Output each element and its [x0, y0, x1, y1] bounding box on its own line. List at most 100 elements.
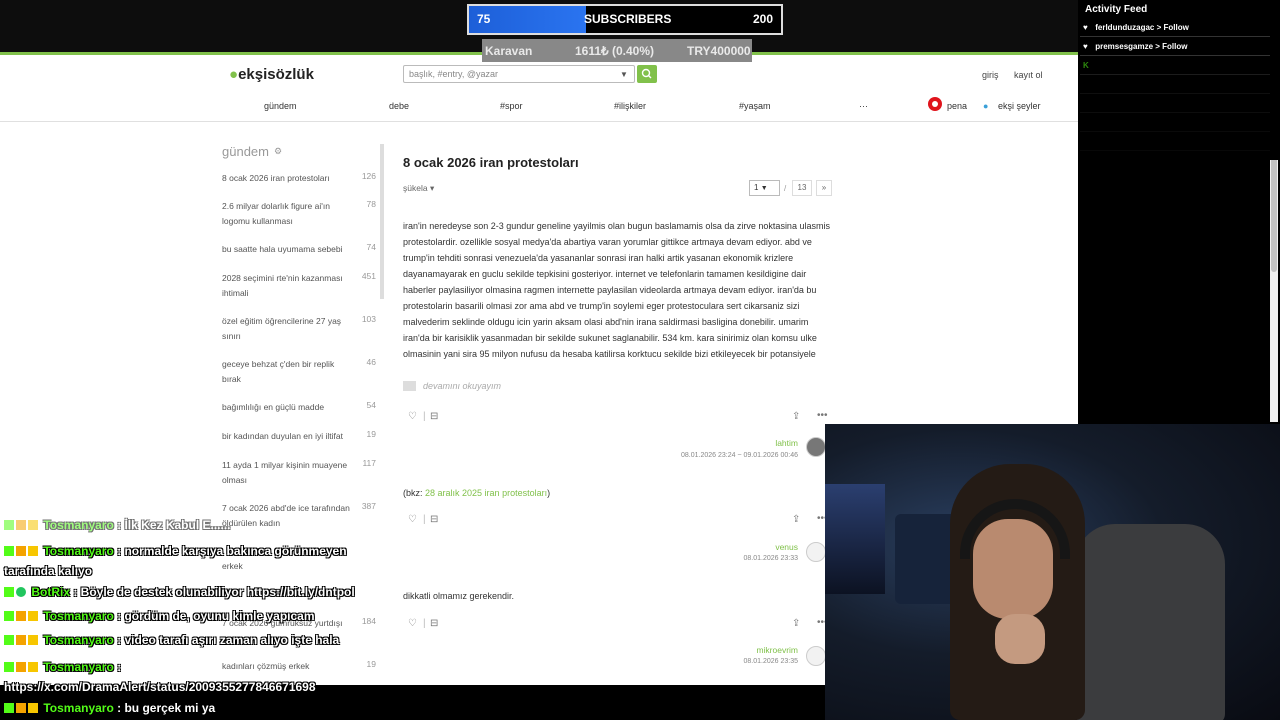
chat-text: : İlk Kez Kabul E......	[113, 518, 231, 532]
chat-username: Tosmanyaro	[43, 609, 114, 623]
nav-iliskiler[interactable]: #ilişkiler	[614, 101, 646, 111]
sidebar-item[interactable]: özel eğitim öğrencilerine 27 yaş sınırı	[222, 314, 352, 344]
sub-badge-icon	[16, 611, 26, 621]
feed-item-text: premsesgamze > Follow	[1095, 42, 1188, 51]
sort-dropdown[interactable]: şükela ▾	[403, 183, 434, 194]
bkz-link[interactable]: 28 aralık 2025 iran protestoları	[425, 488, 547, 498]
sidebar-item-count: 78	[366, 199, 376, 209]
chevron-down-icon[interactable]: ▼	[620, 70, 628, 79]
login-link[interactable]: giriş	[982, 70, 999, 80]
activity-feed-title: Activity Feed	[1085, 4, 1148, 15]
sidebar-item-count: 184	[361, 616, 376, 626]
chat-username: Tosmanyaro	[43, 701, 114, 715]
kick-badge-icon	[4, 587, 14, 597]
sidebar-item-count: 387	[361, 501, 376, 511]
entry-author[interactable]: mikroevrim	[678, 645, 798, 655]
page-select[interactable]: 1 ▼	[749, 180, 780, 196]
sub-badge-icon	[16, 546, 26, 556]
ticker-name: Karavan	[485, 44, 533, 58]
chat-message: Tosmanyaro : normalde karşıya bakınca gö…	[4, 541, 384, 581]
kick-badge-icon	[4, 520, 14, 530]
expand-icon	[403, 381, 416, 391]
avatar[interactable]	[806, 437, 826, 457]
chat-message: Tosmanyaro : gördüm de, oyunu kimle yapı…	[4, 609, 315, 623]
gaming-chair	[1075, 524, 1225, 720]
chevron-down-icon: ▾	[429, 183, 435, 193]
sidebar-item[interactable]: geceye behzat ç'den bir replik bırak	[222, 357, 352, 387]
nav-gundem[interactable]: gündem	[264, 101, 297, 111]
avatar[interactable]	[806, 646, 826, 666]
entry-text: dikkatli olmamız gerekendir.	[403, 591, 515, 601]
sidebar-item[interactable]: 8 ocak 2026 iran protestoları	[222, 171, 352, 186]
background-light	[825, 484, 885, 594]
feed-item: ♥ ferldunduzagac > Follow	[1080, 19, 1270, 37]
chat-username: Tosmanyaro	[43, 633, 114, 647]
kick-badge-icon	[4, 662, 14, 672]
gear-icon[interactable]: ⚙	[274, 146, 282, 157]
search-input[interactable]: başlık, #entry, @yazar	[403, 65, 635, 83]
share-icon[interactable]: ⇪	[792, 514, 800, 525]
nav-yasam[interactable]: #yaşam	[739, 101, 771, 111]
chat-message: BotRix : Böyle de destek olunabiliyor ht…	[4, 585, 355, 599]
entry-date[interactable]: 08.01.2026 23:35	[638, 658, 799, 665]
nav-more[interactable]: ···	[859, 101, 868, 111]
minus-icon[interactable]: ⊟	[430, 618, 438, 629]
nav-debe[interactable]: debe	[389, 101, 409, 111]
nav-pena[interactable]: pena	[947, 101, 967, 111]
entry-date[interactable]: 08.01.2026 23:33	[638, 555, 799, 562]
bkz-prefix: (bkz:	[403, 488, 426, 498]
sidebar-item[interactable]: bağımlılığı en güçlü madde	[222, 400, 352, 415]
chat-text: : bu gerçek mi ya	[113, 701, 216, 715]
share-icon[interactable]: ⇪	[792, 618, 800, 629]
nav-spor[interactable]: #spor	[500, 101, 523, 111]
logo-text: ekşisözlük	[238, 66, 314, 83]
sidebar-item[interactable]: bu saatte hala uyumama sebebi	[222, 242, 352, 257]
sub-badge-icon	[16, 703, 26, 713]
kick-badge-icon	[4, 703, 14, 713]
topic-title[interactable]: 8 ocak 2026 iran protestoları	[403, 155, 579, 170]
sidebar-title: gündem	[222, 144, 269, 159]
entry-text: iran'in neredeyse son 2-3 gundur genelin…	[403, 221, 830, 359]
chat-message: Tosmanyaro : video tarafı aşırı zaman al…	[4, 633, 339, 647]
sidebar-item-count: 117	[362, 458, 376, 468]
sidebar-scrollbar[interactable]	[380, 144, 384, 299]
avatar[interactable]	[806, 542, 826, 562]
read-more-link[interactable]: devamını okuyayım	[423, 381, 501, 391]
page-last-button[interactable]: 13	[792, 180, 812, 196]
sidebar-item-count: 19	[366, 429, 376, 439]
sidebar-item[interactable]: 7 ocak 2026 abd'de ice tarafından öldürü…	[222, 501, 352, 531]
page-separator: /	[784, 184, 787, 193]
page-next-button[interactable]: »	[816, 180, 832, 196]
webcam-video	[825, 424, 1280, 720]
entry-date[interactable]: 08.01.2026 23:24 ~ 09.01.2026 00:46	[638, 452, 798, 459]
entry-author[interactable]: venus	[678, 542, 798, 552]
minus-icon[interactable]: ⊟	[430, 514, 438, 525]
minus-icon[interactable]: ⊟	[430, 411, 438, 422]
chat-message: Tosmanyaro : bu gerçek mi ya	[4, 701, 215, 715]
chat-text: : video tarafı aşırı zaman alıyo işte ha…	[113, 633, 340, 647]
feed-item-text: ferldunduzagac > Follow	[1095, 23, 1189, 32]
share-icon[interactable]: ⇪	[792, 411, 800, 422]
sidebar-item[interactable]: 2028 seçimini rte'nin kazanması ihtimali	[222, 271, 352, 301]
gift-badge-icon	[28, 520, 38, 530]
heart-icon[interactable]: ♡	[408, 514, 417, 525]
sidebar-item[interactable]: 11 ayda 1 milyar kişinin muayene olması	[222, 458, 352, 488]
gift-badge-icon	[28, 703, 38, 713]
heart-icon: ♥	[1083, 42, 1088, 51]
sidebar-item[interactable]: bir kadından duyulan en iyi iltifat	[222, 429, 352, 444]
heart-icon[interactable]: ♡	[408, 411, 417, 422]
vote-divider: |	[423, 618, 426, 629]
feed-item	[1080, 76, 1270, 94]
register-link[interactable]: kayıt ol	[1014, 70, 1043, 80]
sidebar-item-count: 103	[361, 314, 376, 324]
sidebar-item[interactable]: 2.6 milyar dolarlık figure ai'ın logomu …	[222, 199, 352, 229]
entry-author[interactable]: lahtim	[678, 438, 798, 448]
heart-icon[interactable]: ♡	[408, 618, 417, 629]
site-logo[interactable]: ●ekşisözlük	[229, 66, 314, 83]
pena-icon[interactable]	[928, 97, 942, 111]
search-button[interactable]	[637, 65, 657, 83]
kick-badge-icon	[4, 611, 14, 621]
bkz-suffix: )	[547, 488, 551, 498]
nav-eksi-seyler[interactable]: ekşi şeyler	[998, 101, 1041, 111]
more-icon[interactable]: •••	[817, 410, 828, 421]
